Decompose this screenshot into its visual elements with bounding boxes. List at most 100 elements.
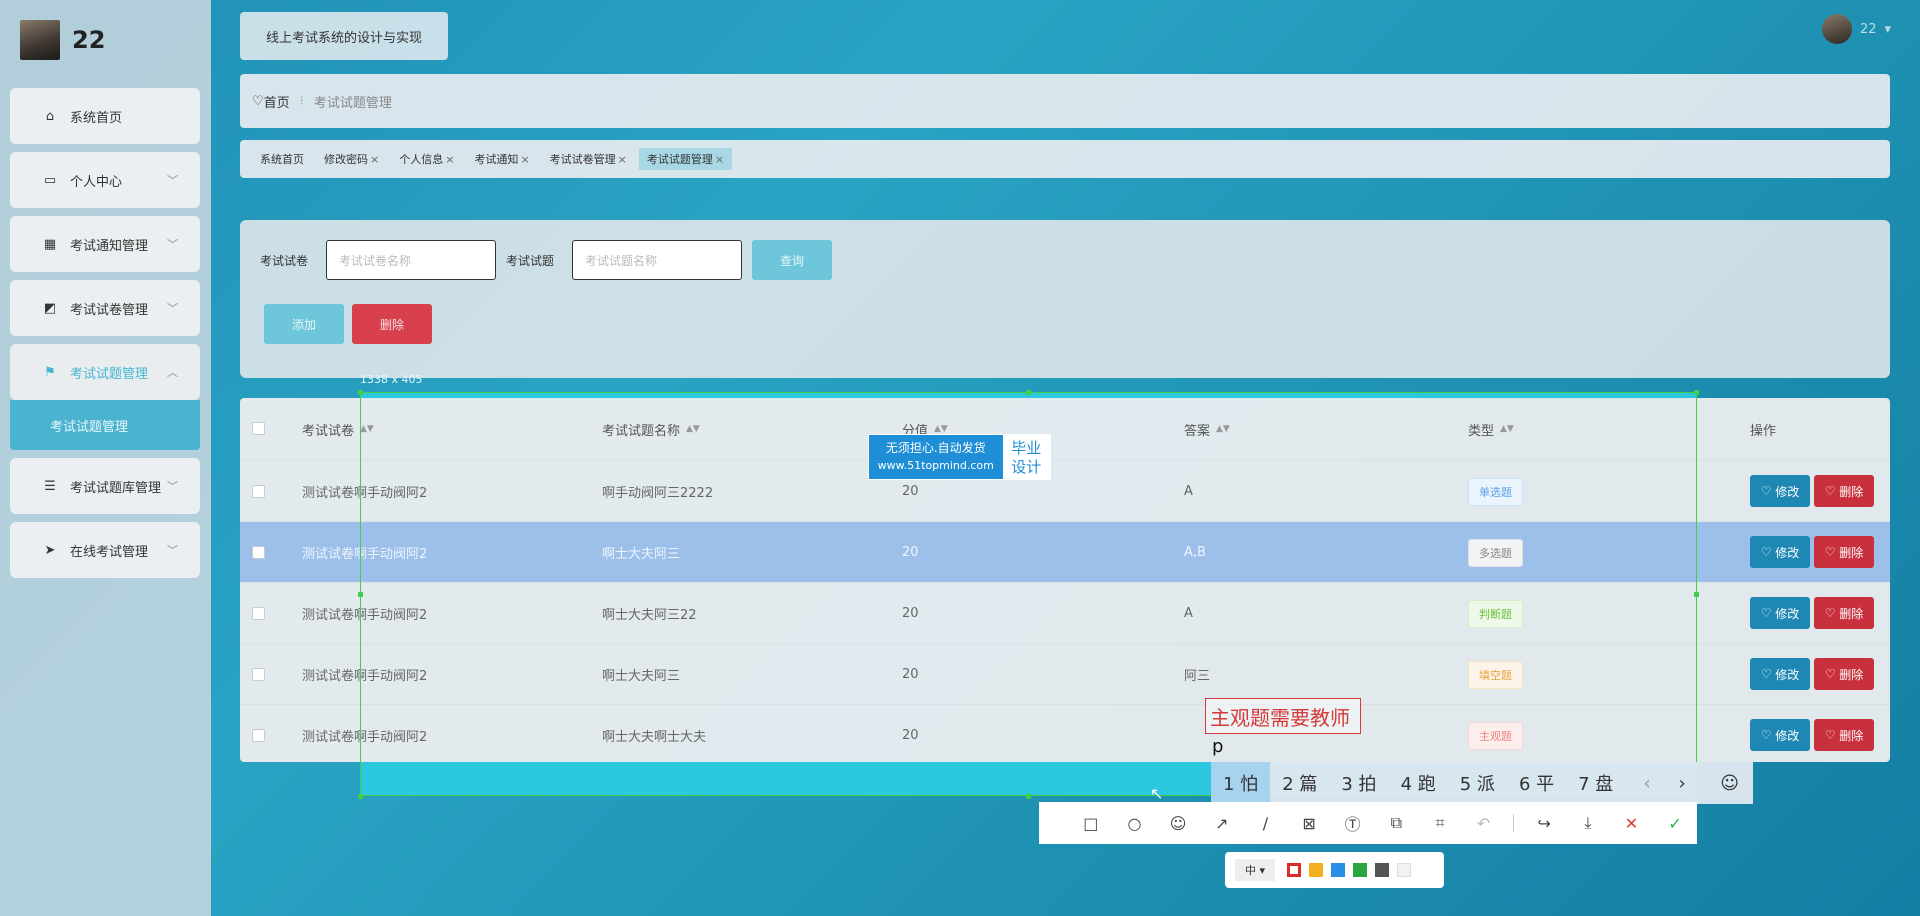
color-swatch-white[interactable] [1397, 863, 1412, 877]
close-icon[interactable]: × [618, 153, 627, 166]
sidebar-subitem-question-manage[interactable]: 考试试题管理 [10, 400, 200, 450]
table-row[interactable]: 测试试卷啊手动阀阿2 啊士大夫阿三 20 阿三 填空题 ♡ 修改 ♡ 删除 [240, 643, 1890, 704]
color-swatch-green[interactable] [1353, 863, 1368, 877]
pen-size-select[interactable]: 中 ▾ [1235, 859, 1276, 881]
resize-handle[interactable] [1694, 390, 1699, 395]
header-paper[interactable]: 考试试卷 ▲▼ [302, 398, 374, 460]
sidebar-item-paper[interactable]: ◩ 考试试卷管理 ﹀ [10, 280, 200, 336]
tab-home[interactable]: 系统首页 [252, 148, 312, 170]
color-swatch-yellow[interactable] [1309, 863, 1324, 877]
edit-button[interactable]: ♡ 修改 [1750, 597, 1810, 629]
sort-icon[interactable]: ▲▼ [1216, 424, 1230, 434]
table-row[interactable]: 测试试卷啊手动阀阿2 啊手动阀阿三2222 20 A 单选题 ♡ 修改 ♡ 删除 [240, 460, 1890, 521]
arrow-tool-icon[interactable]: ↗ [1200, 814, 1244, 833]
header-answer[interactable]: 答案 ▲▼ [1184, 398, 1230, 460]
ime-candidate[interactable]: 7 盘 [1566, 762, 1625, 804]
resize-handle[interactable] [1026, 794, 1031, 799]
pen-tool-icon[interactable]: ∕ [1244, 814, 1288, 833]
row-delete-button[interactable]: ♡ 删除 [1814, 597, 1874, 629]
select-all-checkbox[interactable] [252, 422, 265, 435]
close-icon[interactable]: × [715, 153, 724, 166]
close-icon[interactable]: × [520, 153, 529, 166]
sidebar-item-question[interactable]: ⚑ 考试试题管理 ︿ [10, 344, 200, 400]
avatar[interactable] [1822, 14, 1852, 44]
text-tool-icon[interactable]: Ⓣ [1331, 811, 1375, 835]
row-checkbox[interactable] [252, 607, 265, 620]
ime-candidate[interactable]: 4 跑 [1389, 762, 1448, 804]
sidebar-item-home[interactable]: ⌂ 系统首页 [10, 88, 200, 144]
sidebar-item-label: 考试通知管理 [70, 238, 149, 254]
table-row[interactable]: 测试试卷啊手动阀阿2 啊士大夫阿三 20 A,B 多选题 ♡ 修改 ♡ 删除 [240, 521, 1890, 582]
ime-candidate[interactable]: 3 拍 [1329, 762, 1388, 804]
header-question-name[interactable]: 考试试题名称 ▲▼ [602, 398, 700, 460]
sort-icon[interactable]: ▲▼ [1500, 424, 1514, 434]
sort-icon[interactable]: ▲▼ [686, 424, 700, 434]
user-menu[interactable]: 22 ▾ [1822, 14, 1891, 44]
ocr-tool-icon[interactable]: ⌗ [1418, 813, 1462, 833]
resize-handle[interactable] [1694, 592, 1699, 597]
row-delete-button[interactable]: ♡ 删除 [1814, 719, 1874, 751]
ime-candidate[interactable]: 1 怕 [1211, 762, 1271, 804]
sticker-tool-icon[interactable]: ⧉ [1374, 813, 1418, 833]
breadcrumb-home[interactable]: 首页 [264, 92, 290, 111]
ellipse-tool-icon[interactable]: ○ [1113, 814, 1157, 833]
paper-search-input[interactable]: 考试试卷名称 [326, 240, 496, 280]
resize-handle[interactable] [1026, 390, 1031, 395]
query-button[interactable]: 查询 [752, 240, 832, 280]
header-type[interactable]: 类型 ▲▼ [1468, 398, 1514, 460]
row-checkbox[interactable] [252, 485, 265, 498]
row-checkbox[interactable] [252, 668, 265, 681]
tab-personal-info[interactable]: 个人信息 × [391, 148, 462, 170]
avatar[interactable] [20, 20, 60, 60]
question-search-input[interactable]: 考试试题名称 [572, 240, 742, 280]
close-icon[interactable]: × [445, 153, 454, 166]
edit-button[interactable]: ♡ 修改 [1750, 658, 1810, 690]
home-icon: ⌂ [45, 108, 55, 124]
sidebar-item-question-bank[interactable]: ☰ 考试试题库管理 ﹀ [10, 458, 200, 514]
ime-candidate[interactable]: 6 平 [1507, 762, 1566, 804]
emoji-icon[interactable]: ☺ [1706, 773, 1753, 794]
confirm-check-icon[interactable]: ✓ [1653, 814, 1697, 833]
delete-button[interactable]: 删除 [352, 304, 432, 344]
edit-button[interactable]: ♡ 修改 [1750, 475, 1810, 507]
sidebar-item-notice[interactable]: ▦ 考试通知管理 ﹀ [10, 216, 200, 272]
tab-question-manage[interactable]: 考试试题管理 × [638, 148, 733, 170]
mosaic-tool-icon[interactable]: ⊠ [1287, 814, 1331, 833]
sort-icon[interactable]: ▲▼ [360, 424, 374, 434]
close-icon[interactable]: × [370, 153, 379, 166]
resize-handle[interactable] [358, 794, 363, 799]
row-checkbox[interactable] [252, 729, 265, 742]
undo-icon[interactable]: ↶ [1462, 814, 1506, 833]
table-row[interactable]: 测试试卷啊手动阀阿2 啊士大夫阿三22 20 A 判断题 ♡ 修改 ♡ 删除 [240, 582, 1890, 643]
sort-icon[interactable]: ▲▼ [934, 424, 948, 434]
text-annotation[interactable]: 主观题需要教师 [1205, 698, 1361, 734]
tab-change-password[interactable]: 修改密码 × [316, 148, 387, 170]
row-delete-button[interactable]: ♡ 删除 [1814, 475, 1874, 507]
ime-candidate[interactable]: 2 篇 [1270, 762, 1329, 804]
row-checkbox[interactable] [252, 546, 265, 559]
color-swatch-gray[interactable] [1375, 863, 1390, 877]
close-icon[interactable]: ✕ [1610, 814, 1654, 833]
tab-notice[interactable]: 考试通知 × [466, 148, 537, 170]
ime-candidate[interactable]: 5 派 [1448, 762, 1507, 804]
download-icon[interactable]: ⤓ [1566, 813, 1610, 833]
edit-button[interactable]: ♡ 修改 [1750, 719, 1810, 751]
tab-paper-manage[interactable]: 考试试卷管理 × [542, 148, 635, 170]
share-icon[interactable]: ↪ [1522, 814, 1566, 833]
tab-bar: 系统首页 修改密码 × 个人信息 × 考试通知 × 考试试卷管理 × 考试试题管理 × [240, 140, 1890, 178]
color-swatch-red[interactable] [1287, 863, 1302, 877]
sidebar-item-personal-center[interactable]: ▭ 个人中心 ﹀ [10, 152, 200, 208]
color-swatch-blue[interactable] [1331, 863, 1346, 877]
edit-button[interactable]: ♡ 修改 [1750, 536, 1810, 568]
resize-handle[interactable] [358, 390, 363, 395]
row-delete-button[interactable]: ♡ 删除 [1814, 658, 1874, 690]
emoji-tool-icon[interactable]: ☺ [1156, 814, 1200, 833]
chevron-right-icon[interactable]: › [1669, 773, 1696, 794]
resize-handle[interactable] [358, 592, 363, 597]
add-button[interactable]: 添加 [264, 304, 344, 344]
rectangle-tool-icon[interactable]: □ [1069, 814, 1113, 833]
row-delete-button[interactable]: ♡ 删除 [1814, 536, 1874, 568]
sidebar-item-online-exam[interactable]: ➤ 在线考试管理 ﹀ [10, 522, 200, 578]
chevron-left-icon[interactable]: ‹ [1633, 773, 1660, 794]
table-row[interactable]: 测试试卷啊手动阀阿2 啊士大夫啊士大夫 20 主观题 ♡ 修改 ♡ 删除 [240, 704, 1890, 762]
